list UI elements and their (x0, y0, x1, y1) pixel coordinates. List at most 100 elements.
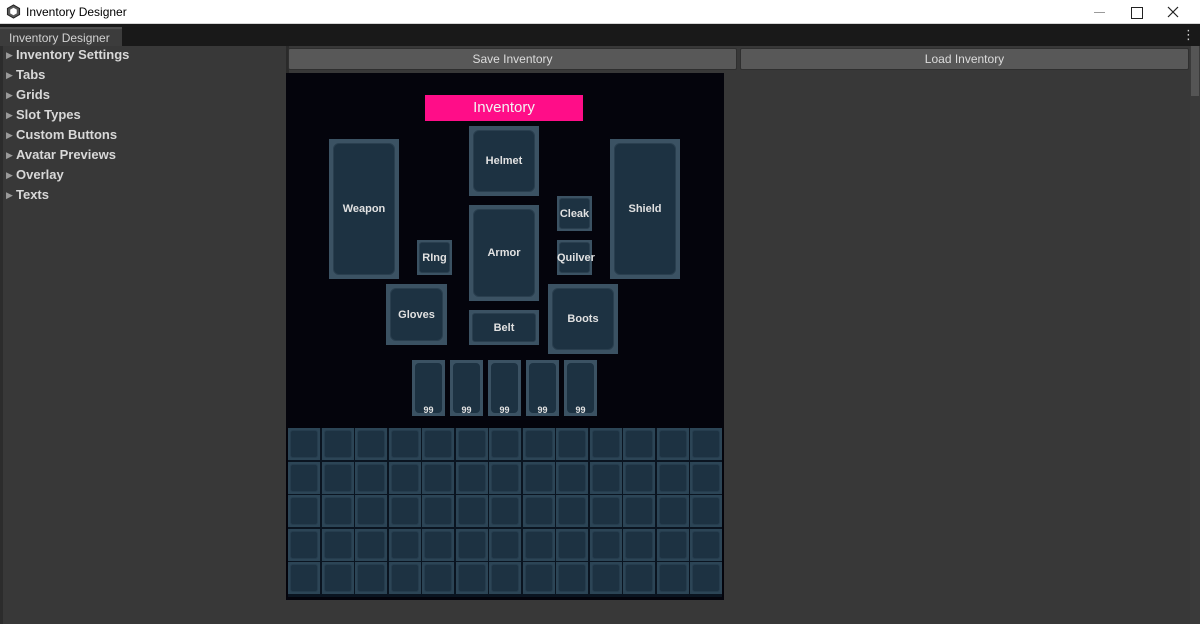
shield-slot[interactable]: Shield (610, 139, 680, 279)
bag-slot[interactable] (656, 461, 689, 494)
bag-slot[interactable] (556, 428, 588, 460)
foldout-texts[interactable]: ▶ Texts (6, 187, 49, 207)
bag-slot[interactable] (422, 461, 454, 494)
foldout-tabs[interactable]: ▶ Tabs (6, 67, 45, 87)
bag-slot[interactable] (623, 428, 655, 460)
bag-slot[interactable] (690, 528, 722, 561)
bag-slot[interactable] (388, 562, 421, 594)
foldout-inventory-settings[interactable]: ▶ Inventory Settings (6, 47, 129, 67)
bag-slot[interactable] (288, 562, 320, 594)
bag-slot[interactable] (589, 428, 622, 460)
bag-slot[interactable] (455, 562, 488, 594)
gloves-slot[interactable]: Gloves (386, 284, 447, 345)
foldout-overlay[interactable]: ▶ Overlay (6, 167, 64, 187)
boots-slot[interactable]: Boots (548, 284, 618, 354)
bag-slot[interactable] (388, 461, 421, 494)
quickbar-slot[interactable]: 99 (564, 360, 597, 416)
bag-slot[interactable] (355, 461, 387, 494)
bag-slot[interactable] (522, 495, 555, 527)
armor-slot[interactable]: Armor (469, 205, 539, 301)
bag-slot-inner (558, 564, 586, 592)
bag-slot[interactable] (321, 461, 354, 494)
bag-slot[interactable] (690, 495, 722, 527)
bag-slot[interactable] (489, 495, 521, 527)
bag-slot[interactable] (522, 428, 555, 460)
bag-slot[interactable] (288, 495, 320, 527)
load-inventory-button[interactable]: Load Inventory (740, 48, 1189, 70)
bag-slot[interactable] (355, 428, 387, 460)
bag-slot[interactable] (489, 562, 521, 594)
bag-slot[interactable] (489, 428, 521, 460)
bag-slot[interactable] (556, 461, 588, 494)
quickbar-slot[interactable]: 99 (526, 360, 559, 416)
bag-slot[interactable] (656, 528, 689, 561)
belt-slot[interactable]: Belt (469, 310, 539, 345)
close-button[interactable] (1154, 0, 1192, 24)
bag-slot[interactable] (455, 528, 488, 561)
foldout-custom-buttons[interactable]: ▶ Custom Buttons (6, 127, 117, 147)
bag-slot[interactable] (589, 528, 622, 561)
bag-slot[interactable] (522, 461, 555, 494)
bag-slot[interactable] (522, 562, 555, 594)
bag-slot[interactable] (589, 461, 622, 494)
bag-slot[interactable] (422, 562, 454, 594)
quickbar-slot[interactable]: 99 (412, 360, 445, 416)
bag-slot[interactable] (623, 495, 655, 527)
quickbar-slot[interactable]: 99 (488, 360, 521, 416)
bag-slot-inner (558, 530, 586, 559)
bag-slot[interactable] (623, 562, 655, 594)
menu-dots-icon[interactable]: ⋮ (1182, 28, 1195, 41)
quiver-slot[interactable]: Quilver (557, 240, 595, 275)
tab-inventory-designer[interactable]: Inventory Designer (0, 27, 122, 46)
vertical-scrollbar[interactable] (1190, 46, 1200, 624)
bag-slot[interactable] (288, 528, 320, 561)
bag-slot[interactable] (556, 495, 588, 527)
bag-slot[interactable] (388, 495, 421, 527)
bag-slot[interactable] (522, 528, 555, 561)
bag-slot[interactable] (690, 562, 722, 594)
bag-slot[interactable] (623, 528, 655, 561)
weapon-slot[interactable]: Weapon (329, 139, 399, 279)
bag-slot[interactable] (355, 495, 387, 527)
bag-slot[interactable] (388, 428, 421, 460)
bag-slot[interactable] (288, 428, 320, 460)
bag-slot[interactable] (690, 461, 722, 494)
bag-slot[interactable] (455, 461, 488, 494)
bag-slot[interactable] (355, 528, 387, 561)
helmet-slot[interactable]: Helmet (469, 126, 539, 196)
bag-slot[interactable] (656, 562, 689, 594)
maximize-button[interactable] (1117, 0, 1155, 24)
foldout-avatar-previews[interactable]: ▶ Avatar Previews (6, 147, 116, 167)
cloak-slot[interactable]: Cleak (557, 196, 592, 231)
bag-slot[interactable] (489, 461, 521, 494)
bag-slot[interactable] (422, 428, 454, 460)
bag-slot[interactable] (690, 428, 722, 460)
save-inventory-button[interactable]: Save Inventory (288, 48, 737, 70)
foldout-grids[interactable]: ▶ Grids (6, 87, 50, 107)
bag-slot[interactable] (556, 562, 588, 594)
bag-slot[interactable] (321, 528, 354, 561)
bag-slot[interactable] (321, 428, 354, 460)
bag-slot[interactable] (623, 461, 655, 494)
bag-slot[interactable] (388, 528, 421, 561)
bag-slot[interactable] (455, 495, 488, 527)
bag-slot[interactable] (489, 528, 521, 561)
bag-slot[interactable] (422, 495, 454, 527)
bag-slot[interactable] (321, 495, 354, 527)
foldout-slot-types[interactable]: ▶ Slot Types (6, 107, 81, 127)
bag-slot[interactable] (455, 428, 488, 460)
bag-slot[interactable] (422, 528, 454, 561)
bag-slot[interactable] (556, 528, 588, 561)
bag-slot[interactable] (589, 562, 622, 594)
bag-slot[interactable] (589, 495, 622, 527)
minimize-button[interactable] (1080, 0, 1118, 24)
foldout-arrow-icon: ▶ (6, 130, 13, 140)
scrollbar-thumb[interactable] (1191, 46, 1199, 96)
bag-slot[interactable] (288, 461, 320, 494)
ring-slot[interactable]: RIng (417, 240, 452, 275)
bag-slot[interactable] (656, 495, 689, 527)
quickbar-slot[interactable]: 99 (450, 360, 483, 416)
bag-slot[interactable] (321, 562, 354, 594)
bag-slot[interactable] (656, 428, 689, 460)
bag-slot[interactable] (355, 562, 387, 594)
